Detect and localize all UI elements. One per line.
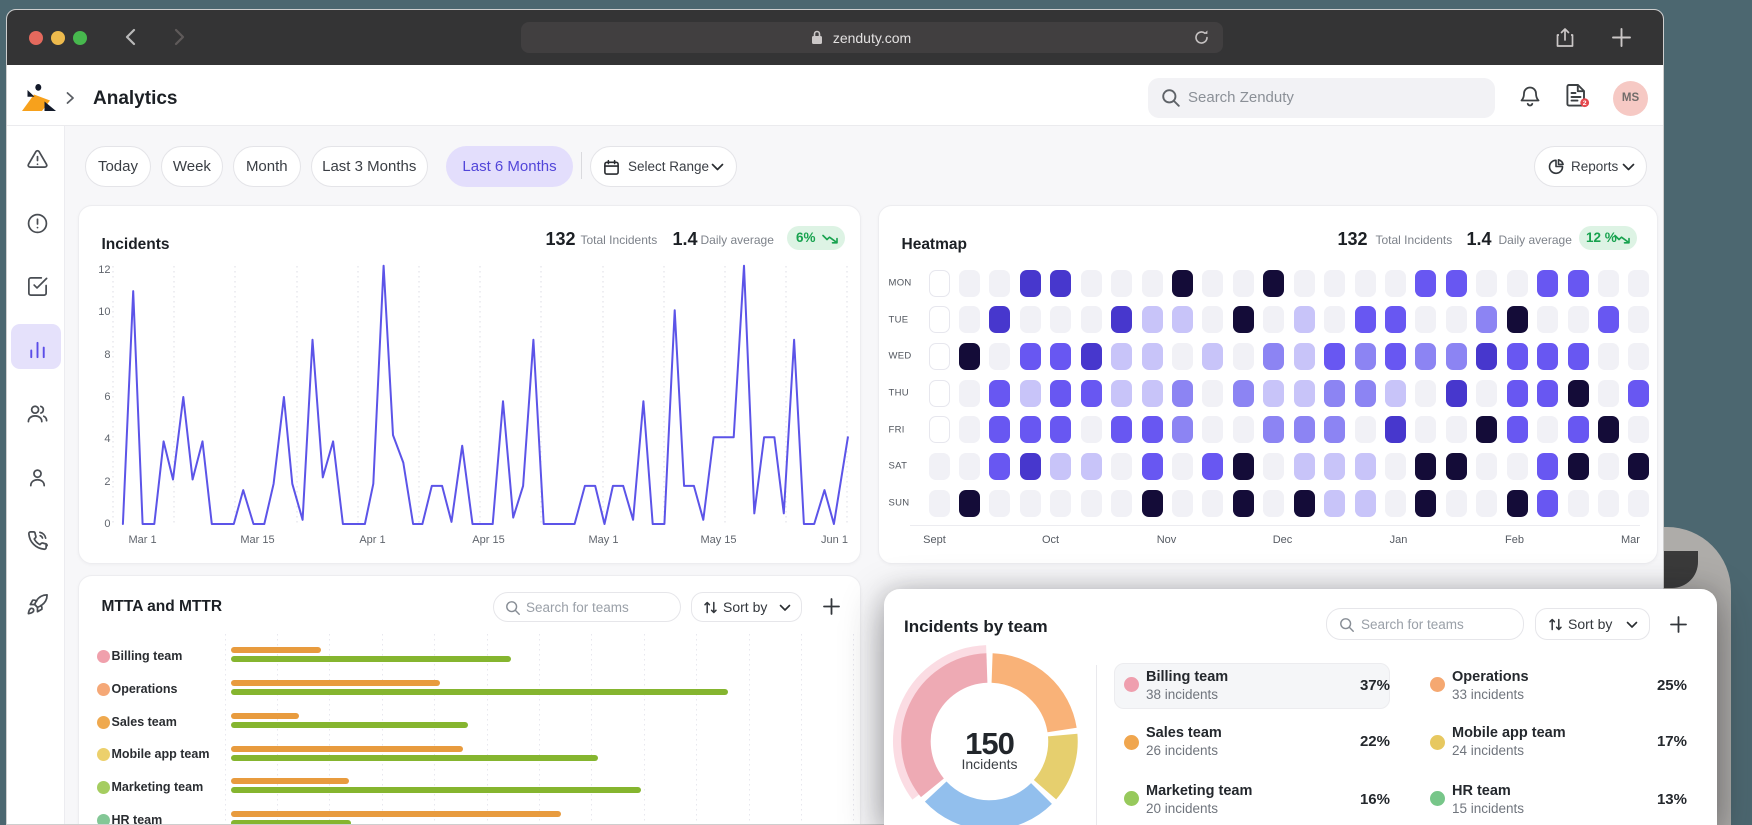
svg-text:2: 2 [1583, 100, 1587, 107]
